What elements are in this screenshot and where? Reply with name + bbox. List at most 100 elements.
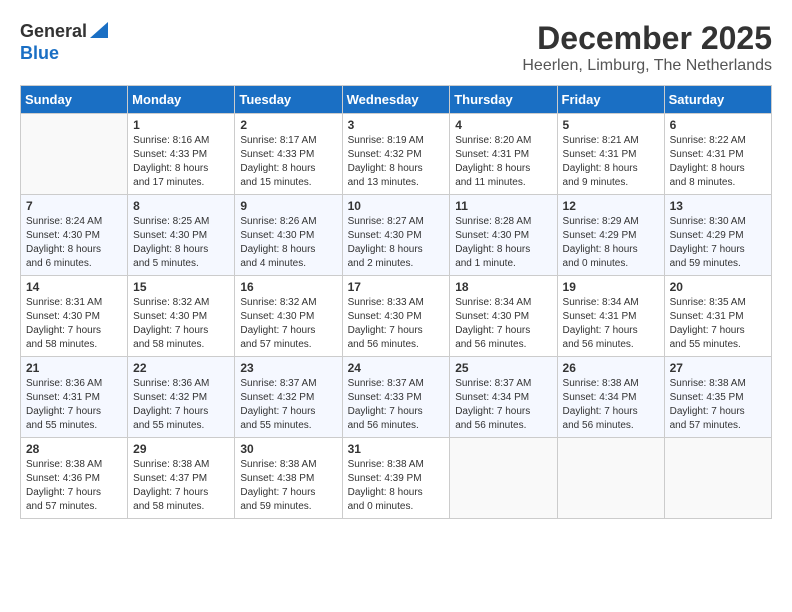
day-info: Sunrise: 8:30 AMSunset: 4:29 PMDaylight:… xyxy=(670,215,766,271)
day-number: 7 xyxy=(26,199,122,213)
calendar-day-cell: 5Sunrise: 8:21 AMSunset: 4:31 PMDaylight… xyxy=(557,114,664,195)
title-section: December 2025 Heerlen, Limburg, The Neth… xyxy=(522,20,772,75)
day-info: Sunrise: 8:33 AMSunset: 4:30 PMDaylight:… xyxy=(348,296,445,352)
calendar-day-cell: 31Sunrise: 8:38 AMSunset: 4:39 PMDayligh… xyxy=(342,438,450,519)
calendar-day-cell: 13 Sunrise: 8:30 AMSunset: 4:29 PMDayligh… xyxy=(664,195,771,276)
calendar-week-row: 14 Sunrise: 8:31 AMSunset: 4:30 PMDayligh… xyxy=(21,276,772,357)
calendar-day-cell: 27 Sunrise: 8:38 AMSunset: 4:35 PMDayligh… xyxy=(664,357,771,438)
logo: General Blue xyxy=(20,20,108,64)
day-number: 14 xyxy=(26,280,122,294)
logo-general-text: General xyxy=(20,21,87,42)
calendar-week-row: 1 Sunrise: 8:16 AMSunset: 4:33 PMDaylight… xyxy=(21,114,772,195)
day-info: Sunrise: 8:17 AMSunset: 4:33 PMDaylight:… xyxy=(240,134,336,190)
day-info: Sunrise: 8:25 AMSunset: 4:30 PMDaylight:… xyxy=(133,215,229,271)
day-number: 27 xyxy=(670,361,766,375)
day-number: 21 xyxy=(26,361,122,375)
day-number: 10 xyxy=(348,199,445,213)
calendar-day-cell: 9 Sunrise: 8:26 AMSunset: 4:30 PMDaylight… xyxy=(235,195,342,276)
day-number: 3 xyxy=(348,118,445,132)
calendar-day-cell: 26Sunrise: 8:38 AMSunset: 4:34 PMDayligh… xyxy=(557,357,664,438)
day-info: Sunrise: 8:29 AMSunset: 4:29 PMDaylight:… xyxy=(563,215,659,271)
day-number: 12 xyxy=(563,199,659,213)
day-number: 17 xyxy=(348,280,445,294)
day-info: Sunrise: 8:38 AMSunset: 4:37 PMDaylight:… xyxy=(133,458,229,514)
calendar-day-cell xyxy=(557,438,664,519)
weekday-header-sunday: Sunday xyxy=(21,86,128,114)
calendar-day-cell: 7Sunrise: 8:24 AMSunset: 4:30 PMDaylight… xyxy=(21,195,128,276)
calendar-day-cell: 24 Sunrise: 8:37 AMSunset: 4:33 PMDayligh… xyxy=(342,357,450,438)
day-info: Sunrise: 8:37 AMSunset: 4:33 PMDaylight:… xyxy=(348,377,445,433)
day-info: Sunrise: 8:34 AMSunset: 4:30 PMDaylight:… xyxy=(455,296,551,352)
day-info: Sunrise: 8:21 AMSunset: 4:31 PMDaylight:… xyxy=(563,134,659,190)
day-info: Sunrise: 8:34 AMSunset: 4:31 PMDaylight:… xyxy=(563,296,659,352)
weekday-header-row: SundayMondayTuesdayWednesdayThursdayFrid… xyxy=(21,86,772,114)
day-info: Sunrise: 8:20 AMSunset: 4:31 PMDaylight:… xyxy=(455,134,551,190)
logo-arrow-icon xyxy=(90,22,108,43)
day-info: Sunrise: 8:36 AMSunset: 4:32 PMDaylight:… xyxy=(133,377,229,433)
calendar-day-cell: 10 Sunrise: 8:27 AMSunset: 4:30 PMDayligh… xyxy=(342,195,450,276)
day-info: Sunrise: 8:35 AMSunset: 4:31 PMDaylight:… xyxy=(670,296,766,352)
day-number: 9 xyxy=(240,199,336,213)
calendar-week-row: 28Sunrise: 8:38 AMSunset: 4:36 PMDayligh… xyxy=(21,438,772,519)
calendar-day-cell xyxy=(664,438,771,519)
calendar-day-cell: 6 Sunrise: 8:22 AMSunset: 4:31 PMDaylight… xyxy=(664,114,771,195)
day-info: Sunrise: 8:36 AMSunset: 4:31 PMDaylight:… xyxy=(26,377,122,433)
calendar-day-cell: 30 Sunrise: 8:38 AMSunset: 4:38 PMDayligh… xyxy=(235,438,342,519)
day-info: Sunrise: 8:38 AMSunset: 4:34 PMDaylight:… xyxy=(563,377,659,433)
calendar-day-cell: 3 Sunrise: 8:19 AMSunset: 4:32 PMDaylight… xyxy=(342,114,450,195)
day-info: Sunrise: 8:38 AMSunset: 4:36 PMDaylight:… xyxy=(26,458,122,514)
day-info: Sunrise: 8:27 AMSunset: 4:30 PMDaylight:… xyxy=(348,215,445,271)
day-number: 20 xyxy=(670,280,766,294)
day-number: 4 xyxy=(455,118,551,132)
day-info: Sunrise: 8:32 AMSunset: 4:30 PMDaylight:… xyxy=(240,296,336,352)
calendar-day-cell: 14 Sunrise: 8:31 AMSunset: 4:30 PMDayligh… xyxy=(21,276,128,357)
calendar-day-cell xyxy=(450,438,557,519)
day-info: Sunrise: 8:16 AMSunset: 4:33 PMDaylight:… xyxy=(133,134,229,190)
calendar-day-cell: 12 Sunrise: 8:29 AMSunset: 4:29 PMDayligh… xyxy=(557,195,664,276)
calendar-day-cell xyxy=(21,114,128,195)
weekday-header-friday: Friday xyxy=(557,86,664,114)
day-info: Sunrise: 8:37 AMSunset: 4:34 PMDaylight:… xyxy=(455,377,551,433)
day-info: Sunrise: 8:28 AMSunset: 4:30 PMDaylight:… xyxy=(455,215,551,271)
day-info: Sunrise: 8:31 AMSunset: 4:30 PMDaylight:… xyxy=(26,296,122,352)
calendar-week-row: 21 Sunrise: 8:36 AMSunset: 4:31 PMDayligh… xyxy=(21,357,772,438)
weekday-header-tuesday: Tuesday xyxy=(235,86,342,114)
day-number: 8 xyxy=(133,199,229,213)
day-info: Sunrise: 8:26 AMSunset: 4:30 PMDaylight:… xyxy=(240,215,336,271)
calendar-day-cell: 29 Sunrise: 8:38 AMSunset: 4:37 PMDayligh… xyxy=(128,438,235,519)
day-number: 30 xyxy=(240,442,336,456)
weekday-header-saturday: Saturday xyxy=(664,86,771,114)
day-number: 25 xyxy=(455,361,551,375)
day-number: 24 xyxy=(348,361,445,375)
day-number: 22 xyxy=(133,361,229,375)
calendar-day-cell: 11 Sunrise: 8:28 AMSunset: 4:30 PMDayligh… xyxy=(450,195,557,276)
day-number: 31 xyxy=(348,442,445,456)
day-number: 2 xyxy=(240,118,336,132)
day-info: Sunrise: 8:19 AMSunset: 4:32 PMDaylight:… xyxy=(348,134,445,190)
calendar-day-cell: 1 Sunrise: 8:16 AMSunset: 4:33 PMDaylight… xyxy=(128,114,235,195)
weekday-header-thursday: Thursday xyxy=(450,86,557,114)
day-number: 19 xyxy=(563,280,659,294)
day-number: 6 xyxy=(670,118,766,132)
calendar-day-cell: 23Sunrise: 8:37 AMSunset: 4:32 PMDayligh… xyxy=(235,357,342,438)
weekday-header-wednesday: Wednesday xyxy=(342,86,450,114)
calendar-day-cell: 18 Sunrise: 8:34 AMSunset: 4:30 PMDayligh… xyxy=(450,276,557,357)
calendar-day-cell: 2 Sunrise: 8:17 AMSunset: 4:33 PMDaylight… xyxy=(235,114,342,195)
calendar-day-cell: 16 Sunrise: 8:32 AMSunset: 4:30 PMDayligh… xyxy=(235,276,342,357)
day-number: 29 xyxy=(133,442,229,456)
day-info: Sunrise: 8:38 AMSunset: 4:38 PMDaylight:… xyxy=(240,458,336,514)
day-number: 16 xyxy=(240,280,336,294)
calendar-day-cell: 15Sunrise: 8:32 AMSunset: 4:30 PMDayligh… xyxy=(128,276,235,357)
calendar-day-cell: 21 Sunrise: 8:36 AMSunset: 4:31 PMDayligh… xyxy=(21,357,128,438)
calendar-day-cell: 17 Sunrise: 8:33 AMSunset: 4:30 PMDayligh… xyxy=(342,276,450,357)
calendar-day-cell: 19 Sunrise: 8:34 AMSunset: 4:31 PMDayligh… xyxy=(557,276,664,357)
calendar-day-cell: 22 Sunrise: 8:36 AMSunset: 4:32 PMDayligh… xyxy=(128,357,235,438)
day-number: 1 xyxy=(133,118,229,132)
page-header: General Blue December 2025 Heerlen, Limb… xyxy=(20,20,772,75)
calendar-day-cell: 25 Sunrise: 8:37 AMSunset: 4:34 PMDayligh… xyxy=(450,357,557,438)
day-info: Sunrise: 8:38 AMSunset: 4:35 PMDaylight:… xyxy=(670,377,766,433)
day-number: 11 xyxy=(455,199,551,213)
day-info: Sunrise: 8:22 AMSunset: 4:31 PMDaylight:… xyxy=(670,134,766,190)
day-number: 18 xyxy=(455,280,551,294)
day-number: 13 xyxy=(670,199,766,213)
